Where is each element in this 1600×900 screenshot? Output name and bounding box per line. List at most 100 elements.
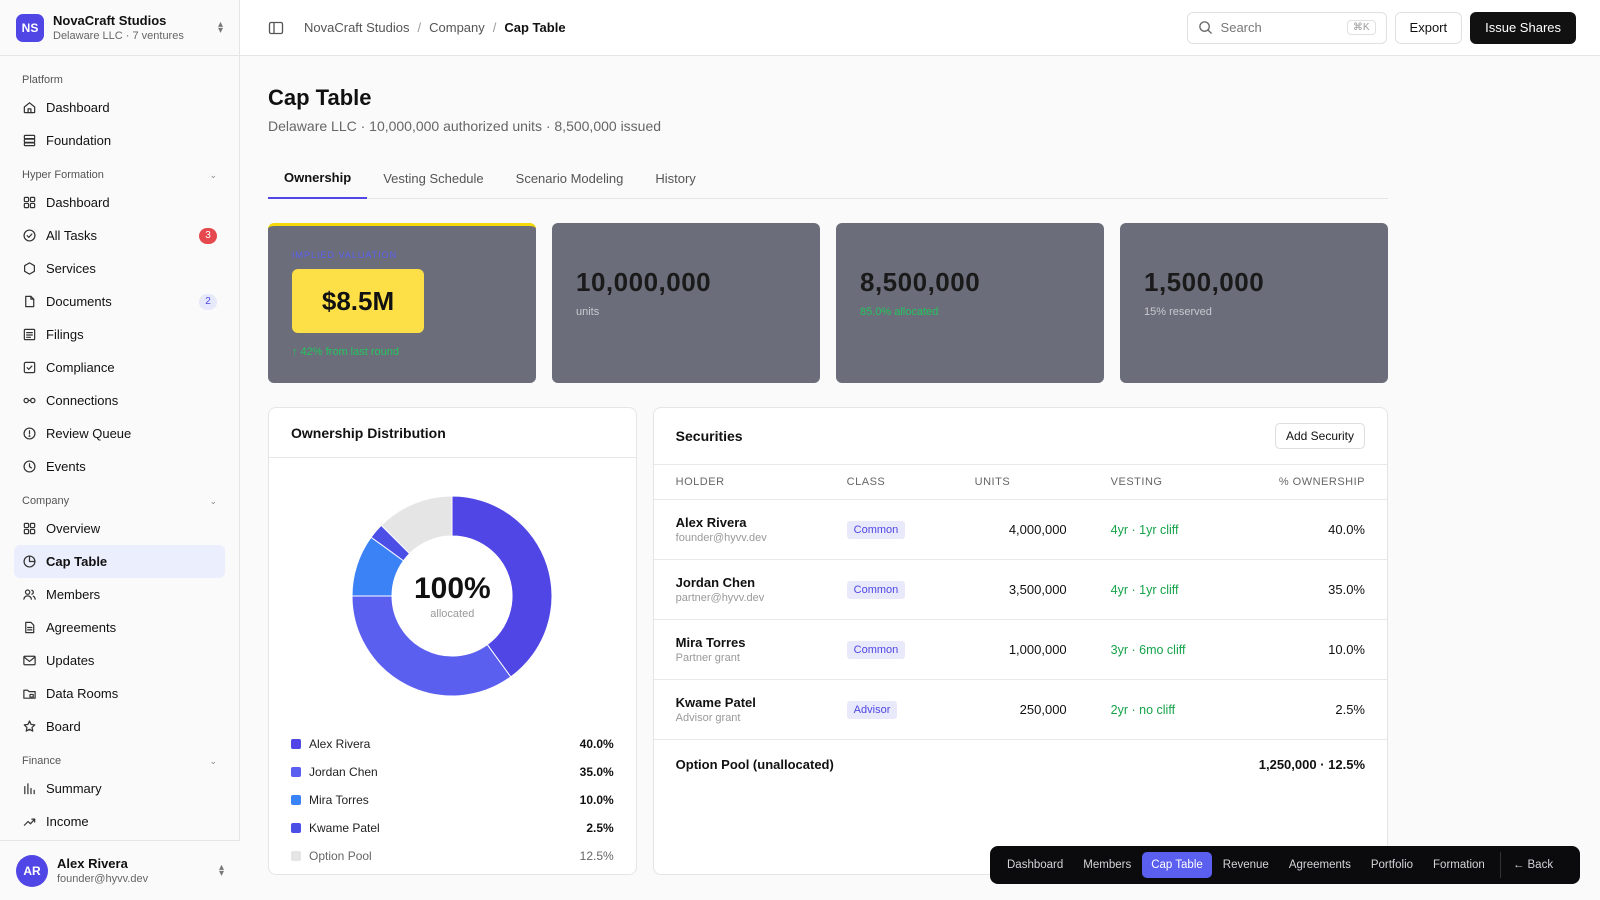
database-icon	[23, 134, 36, 147]
breadcrumb-item[interactable]: Company	[429, 20, 485, 35]
legend-swatch	[291, 851, 301, 861]
search-shortcut: ⌘K	[1346, 20, 1376, 35]
add-security-button[interactable]: Add Security	[1274, 423, 1365, 449]
user-menu[interactable]: AR Alex Rivera founder@hyvv.dev ▴ ▾	[0, 840, 240, 900]
sidebar-item-label: Overview	[46, 521, 101, 536]
sidebar-item-cap-table[interactable]: Cap Table	[14, 545, 225, 578]
sidebar-section-hyper-formation[interactable]: Hyper Formation ⌄	[14, 163, 225, 186]
quick-nav-dashboard[interactable]: Dashboard	[998, 852, 1072, 878]
sidebar-item-data-rooms[interactable]: Data Rooms	[14, 677, 225, 710]
sidebar-toggle-icon[interactable]	[268, 20, 284, 36]
sidebar-item-agreements[interactable]: Agreements	[14, 611, 225, 644]
table-row[interactable]: Alex Rivera founder@hyvv.dev Common 4,000,0…	[653, 500, 1387, 560]
ownership-cell: 35.0%	[1328, 582, 1365, 597]
authorized-card: 10,000,000 units	[552, 223, 820, 383]
sidebar-item-income[interactable]: Income	[14, 805, 225, 838]
tab-vesting-schedule[interactable]: Vesting Schedule	[367, 158, 499, 198]
export-button[interactable]: Export	[1394, 11, 1463, 44]
holder-name: Kwame Patel	[675, 695, 756, 710]
legend-value: 35.0%	[579, 765, 614, 779]
quick-nav-portfolio[interactable]: Portfolio	[1362, 852, 1422, 878]
ownership-cell: 40.0%	[1328, 522, 1365, 537]
sidebar-item-connections[interactable]: Connections	[14, 384, 225, 417]
breadcrumb: NovaCraft Studios / Company / Cap Table	[304, 20, 1187, 35]
sidebar-item-compliance[interactable]: Compliance	[14, 351, 225, 384]
quick-nav-members[interactable]: Members	[1074, 852, 1140, 878]
sidebar-item-events[interactable]: Events	[14, 450, 225, 483]
sidebar-item-label: Documents	[46, 294, 112, 309]
org-switcher[interactable]: NS NovaCraft Studios Delaware LLC · 7 ve…	[0, 0, 239, 56]
legend-item-mira-torres: Mira Torres 10.0%	[291, 786, 614, 814]
count-badge: 3	[199, 227, 217, 244]
table-row[interactable]: Kwame Patel Advisor grant Advisor 250,000 2y…	[653, 680, 1387, 740]
reserved-value: 1,500,000	[1144, 267, 1265, 297]
search-input[interactable]: Search ⌘K	[1186, 11, 1387, 44]
main-content: Cap Table Delaware LLC · 10,000,000 auth…	[268, 56, 1388, 875]
table-row[interactable]: Mira Torres Partner grant Common 1,000,000 3…	[653, 620, 1387, 680]
legend-swatch	[291, 739, 301, 749]
star-icon	[23, 720, 36, 732]
topbar: NovaCraft Studios / Company / Cap Table …	[240, 0, 1600, 56]
securities-rows: Alex Rivera founder@hyvv.dev Common 4,000,0…	[653, 500, 1387, 740]
sidebar-item-members[interactable]: Members	[14, 578, 225, 611]
sidebar-item-services[interactable]: Services	[14, 252, 225, 285]
donut-center-label: allocated	[430, 608, 475, 620]
sidebar-item-dashboard[interactable]: Dashboard	[14, 91, 225, 124]
sidebar-item-dashboard[interactable]: Dashboard	[14, 186, 225, 219]
sidebar-item-all-tasks[interactable]: All Tasks 3	[14, 219, 225, 252]
ownership-cell: 10.0%	[1328, 642, 1365, 657]
sidebar-section-finance[interactable]: Finance ⌄	[14, 749, 225, 772]
back-button[interactable]: ← Back	[1499, 852, 1562, 878]
table-header: HOLDER CLASS UNITS VESTING % OWNERSHIP	[653, 464, 1387, 500]
sidebar-item-label: Data Rooms	[46, 686, 119, 701]
units-cell: 1,000,000	[1008, 642, 1067, 657]
tab-history[interactable]: History	[639, 158, 711, 198]
sidebar-section-company[interactable]: Company ⌄	[14, 489, 225, 512]
issued-value: 8,500,000	[860, 267, 981, 297]
class-badge: Common	[846, 520, 906, 539]
quick-nav-formation[interactable]: Formation	[1424, 852, 1494, 878]
sidebar-item-overview[interactable]: Overview	[14, 512, 225, 545]
units-cell: 4,000,000	[1008, 522, 1067, 537]
sidebar-item-label: Board	[46, 719, 81, 734]
sidebar-item-updates[interactable]: Updates	[14, 644, 225, 677]
breadcrumb-item[interactable]: NovaCraft Studios	[304, 20, 410, 35]
tab-bar: Ownership Vesting Schedule Scenario Mode…	[268, 158, 1388, 199]
class-badge: Advisor	[846, 700, 898, 719]
link-icon	[23, 397, 36, 404]
tab-scenario-modeling[interactable]: Scenario Modeling	[500, 158, 640, 198]
sidebar-item-label: Updates	[46, 653, 95, 668]
sidebar-item-summary[interactable]: Summary	[14, 772, 225, 805]
column-header-holder: HOLDER	[675, 476, 725, 488]
legend-value: 40.0%	[579, 737, 614, 751]
sidebar-item-label: Events	[46, 459, 86, 474]
valuation-card: IMPLIED VALUATION $8.5M ↑ 42% from last …	[268, 223, 536, 383]
table-row[interactable]: Jordan Chen partner@hyvv.dev Common 3,500,0…	[653, 560, 1387, 620]
sidebar-item-label: Connections	[46, 393, 119, 408]
sidebar-item-documents[interactable]: Documents 2	[14, 285, 225, 318]
sidebar-item-review-queue[interactable]: Review Queue	[14, 417, 225, 450]
sidebar-item-label: Compliance	[46, 360, 115, 375]
quick-nav-revenue[interactable]: Revenue	[1214, 852, 1278, 878]
quick-nav-agreements[interactable]: Agreements	[1280, 852, 1360, 878]
column-header-class: CLASS	[846, 476, 886, 488]
page-subtitle: Delaware LLC · 10,000,000 authorized uni…	[268, 118, 662, 134]
sidebar-item-label: Members	[46, 587, 101, 602]
chevron-updown-icon: ▴ ▾	[218, 861, 224, 879]
sidebar-item-board[interactable]: Board	[14, 710, 225, 743]
check-circle-icon	[23, 229, 36, 242]
issue-shares-button[interactable]: Issue Shares	[1470, 11, 1576, 44]
securities-title: Securities	[675, 428, 743, 444]
sidebar-item-filings[interactable]: Filings	[14, 318, 225, 351]
chevron-down-icon: ⌄	[209, 495, 217, 506]
valuation-value: $8.5M	[292, 269, 424, 333]
legend-label: Mira Torres	[309, 793, 369, 807]
sidebar-item-foundation[interactable]: Foundation	[14, 124, 225, 157]
issued-sub: 85.0% allocated	[860, 306, 939, 318]
stats-row: IMPLIED VALUATION $8.5M ↑ 42% from last …	[268, 223, 1388, 383]
column-header-units: UNITS	[974, 476, 1011, 488]
quick-nav-cap-table[interactable]: Cap Table	[1142, 852, 1212, 878]
legend-value: 10.0%	[579, 793, 614, 807]
holder-name: Alex Rivera	[675, 515, 747, 530]
tab-ownership[interactable]: Ownership	[268, 158, 368, 199]
